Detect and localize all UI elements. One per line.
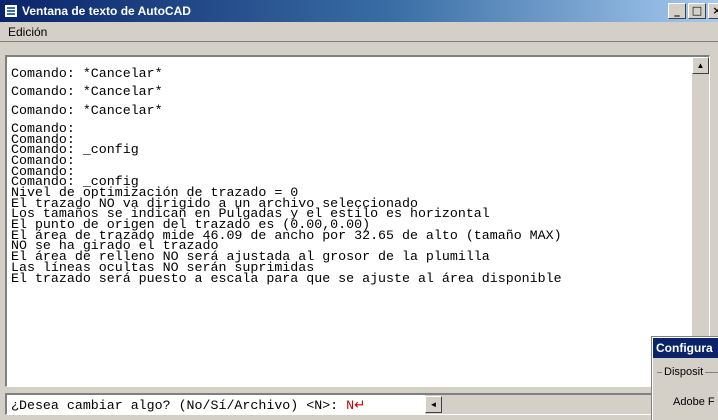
- scroll-left-icon[interactable]: ◄: [425, 396, 442, 413]
- maximize-button[interactable]: □: [688, 3, 706, 19]
- command-history-area[interactable]: Comando: *Cancelar* Comando: *Cancelar* Co…: [5, 55, 710, 387]
- command-input-value[interactable]: N↵: [346, 398, 365, 413]
- config-dialog[interactable]: Configura Disposit Adobe F: [652, 337, 718, 420]
- menu-bar: Edición: [0, 22, 718, 42]
- app-window-icon: [4, 4, 18, 18]
- history-line: Comando: *Cancelar*: [11, 102, 163, 118]
- history-line: Comando:: [11, 120, 75, 136]
- scroll-up-icon[interactable]: ▲: [692, 57, 709, 74]
- close-button[interactable]: ×: [708, 3, 718, 19]
- device-group-label: Disposit: [662, 366, 706, 378]
- command-prompt-text: ¿Desea cambiar algo? (No/Sí/Archivo) <N>…: [11, 398, 347, 413]
- minimize-button[interactable]: _: [668, 3, 686, 19]
- history-lines: Comando: *Cancelar* Comando: *Cancelar* Co…: [11, 67, 683, 286]
- history-line: Comando: _config: [11, 142, 139, 158]
- dialog-title: Configura: [653, 338, 718, 358]
- autocad-text-window: Ventana de texto de AutoCAD _ □ × Edició…: [0, 0, 718, 420]
- command-line[interactable]: ¿Desea cambiar algo? (No/Sí/Archivo) <N>…: [5, 393, 710, 415]
- history-line: Comando:: [11, 152, 75, 168]
- command-prompt: ¿Desea cambiar algo? (No/Sí/Archivo) <N>…: [11, 398, 365, 413]
- window-title: Ventana de texto de AutoCAD: [22, 4, 191, 18]
- menu-edicion[interactable]: Edición: [4, 25, 51, 39]
- device-name[interactable]: Adobe F: [673, 396, 715, 408]
- window-controls: _ □ ×: [668, 3, 718, 19]
- title-bar[interactable]: Ventana de texto de AutoCAD _ □ ×: [0, 0, 718, 22]
- history-line: El trazado será puesto a escala para que…: [11, 270, 562, 286]
